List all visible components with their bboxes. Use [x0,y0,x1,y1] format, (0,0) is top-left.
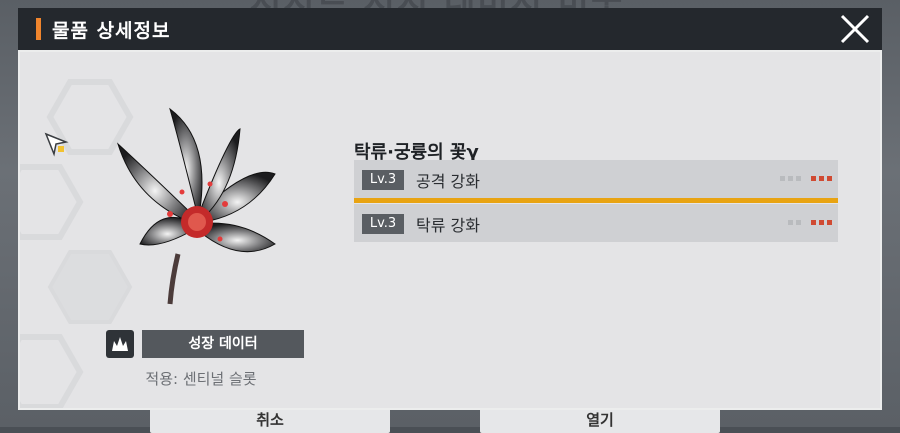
skill-dot-spacer [804,176,808,181]
skill-level-dots [780,176,832,181]
skill-name: 탁류 강화 [416,216,480,235]
header-accent-bar [36,18,41,40]
skill-row: Lv.3 공격 강화 [354,160,838,198]
crown-emblem-icon [106,330,134,358]
close-button[interactable] [838,12,872,46]
close-icon [840,14,870,44]
skill-dot-empty [788,176,793,181]
skill-dot-empty [788,220,793,225]
skill-dot-filled [811,176,816,181]
dialog-title: 물품 상세정보 [52,20,171,42]
flower-item-image [116,107,276,305]
dialog-header: 물품 상세정보 [18,8,882,50]
skill-level-badge: Lv.3 [362,214,404,234]
skill-dot-filled [819,220,824,225]
skill-row: Lv.3 탁류 강화 [354,204,838,242]
pointer-cursor-icon [44,132,69,157]
skill-dot-empty [796,176,801,181]
skill-dot-filled [827,220,832,225]
item-detail-dialog: 물품 상세정보 성장 데이터 적용: 센티널 슬롯 탁류·궁륭의 꽃γ Lv.3… [18,8,882,410]
skill-dot-empty [796,220,801,225]
skill-level-badge: Lv.3 [362,170,404,190]
growth-data-label: 성장 데이터 [142,330,304,358]
background-open-button[interactable]: 열기 [480,407,720,433]
skill-dot-empty [780,176,785,181]
rarity-divider [354,198,838,203]
dialog-body: 성장 데이터 적용: 센티널 슬롯 탁류·궁륭의 꽃γ 6 Lv.3공격 강화L… [18,50,882,410]
skill-dot-filled [827,176,832,181]
skill-name: 공격 강화 [416,172,480,191]
apply-slot-text: 적용: 센티널 슬롯 [145,370,257,388]
skill-dot-spacer [804,220,808,225]
background-cancel-button[interactable]: 취소 [150,407,390,433]
skill-dot-filled [819,176,824,181]
skill-level-dots [788,220,832,225]
skill-dot-filled [811,220,816,225]
